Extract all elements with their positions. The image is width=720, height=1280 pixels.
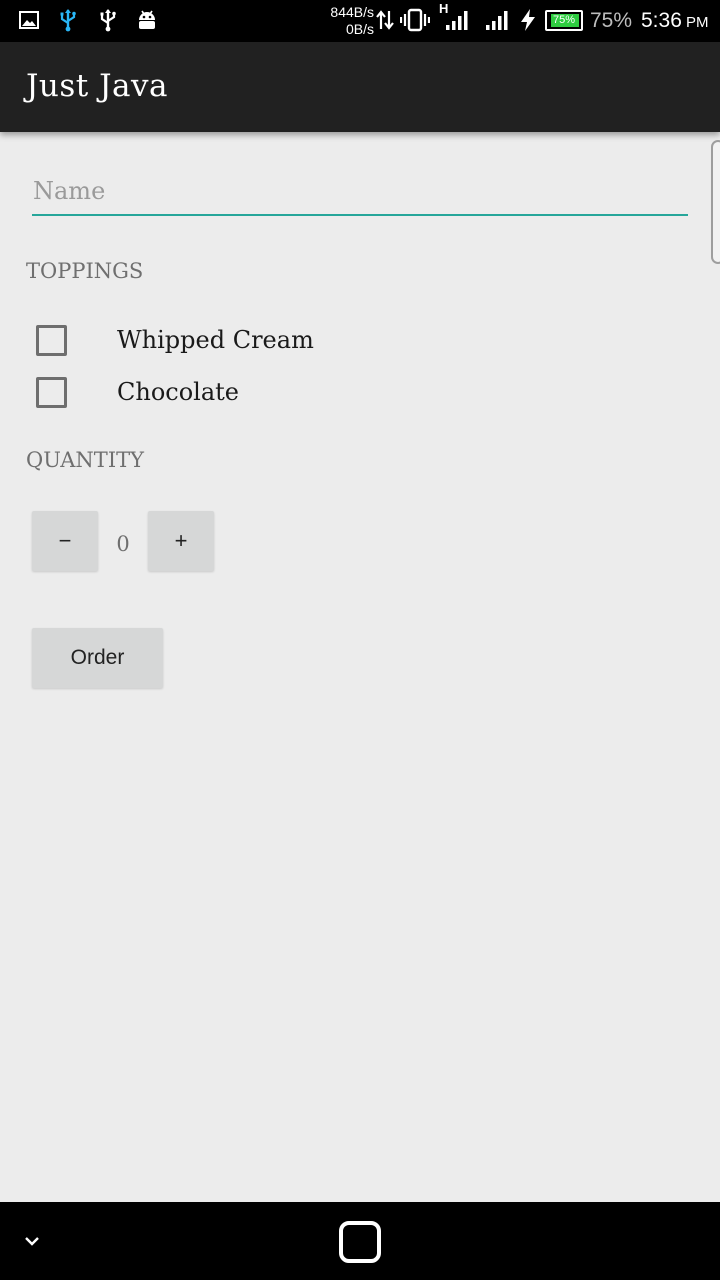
charging-icon xyxy=(516,8,540,32)
name-input[interactable] xyxy=(32,168,688,216)
battery-percent: 75% xyxy=(590,9,633,32)
chocolate-checkbox[interactable] xyxy=(36,376,67,408)
battery-inner-text: 75% xyxy=(553,14,576,26)
order-button[interactable]: Order xyxy=(32,628,163,688)
decrement-button[interactable]: − xyxy=(32,511,98,571)
signal-icon xyxy=(484,8,508,32)
clock-time: 5:36 xyxy=(641,9,682,32)
status-bar: 844B/s 0B/s H 75% 75% 5:36 PM xyxy=(0,0,720,42)
signal-icon xyxy=(444,8,468,32)
app-bar: Just Java xyxy=(0,42,720,132)
android-icon xyxy=(135,8,159,32)
edge-panel-handle[interactable] xyxy=(711,140,720,264)
whipped-cream-row[interactable]: Whipped Cream xyxy=(36,322,436,358)
usb-icon xyxy=(56,8,80,32)
whipped-cream-label[interactable]: Whipped Cream xyxy=(117,326,314,354)
clock-ampm: PM xyxy=(686,14,709,31)
battery-icon: 75% xyxy=(545,10,583,31)
chocolate-label[interactable]: Chocolate xyxy=(117,378,239,406)
navigation-bar xyxy=(0,1202,720,1280)
gallery-icon xyxy=(17,8,41,32)
data-arrows-icon xyxy=(373,8,397,32)
quantity-heading: QUANTITY xyxy=(26,448,144,472)
quantity-value: 0 xyxy=(116,532,130,556)
chocolate-row[interactable]: Chocolate xyxy=(36,374,436,410)
app-title: Just Java xyxy=(26,68,169,104)
chevron-down-icon[interactable] xyxy=(20,1229,44,1253)
vibrate-icon xyxy=(400,8,430,32)
usb-icon xyxy=(96,8,120,32)
net-down-speed: 0B/s xyxy=(345,21,374,37)
whipped-cream-checkbox[interactable] xyxy=(36,324,67,356)
increment-button[interactable]: + xyxy=(148,511,214,571)
toppings-heading: TOPPINGS xyxy=(26,259,144,283)
home-button[interactable] xyxy=(339,1221,381,1263)
net-up-speed: 844B/s xyxy=(330,4,374,20)
network-speed: 844B/s 0B/s xyxy=(318,4,374,38)
